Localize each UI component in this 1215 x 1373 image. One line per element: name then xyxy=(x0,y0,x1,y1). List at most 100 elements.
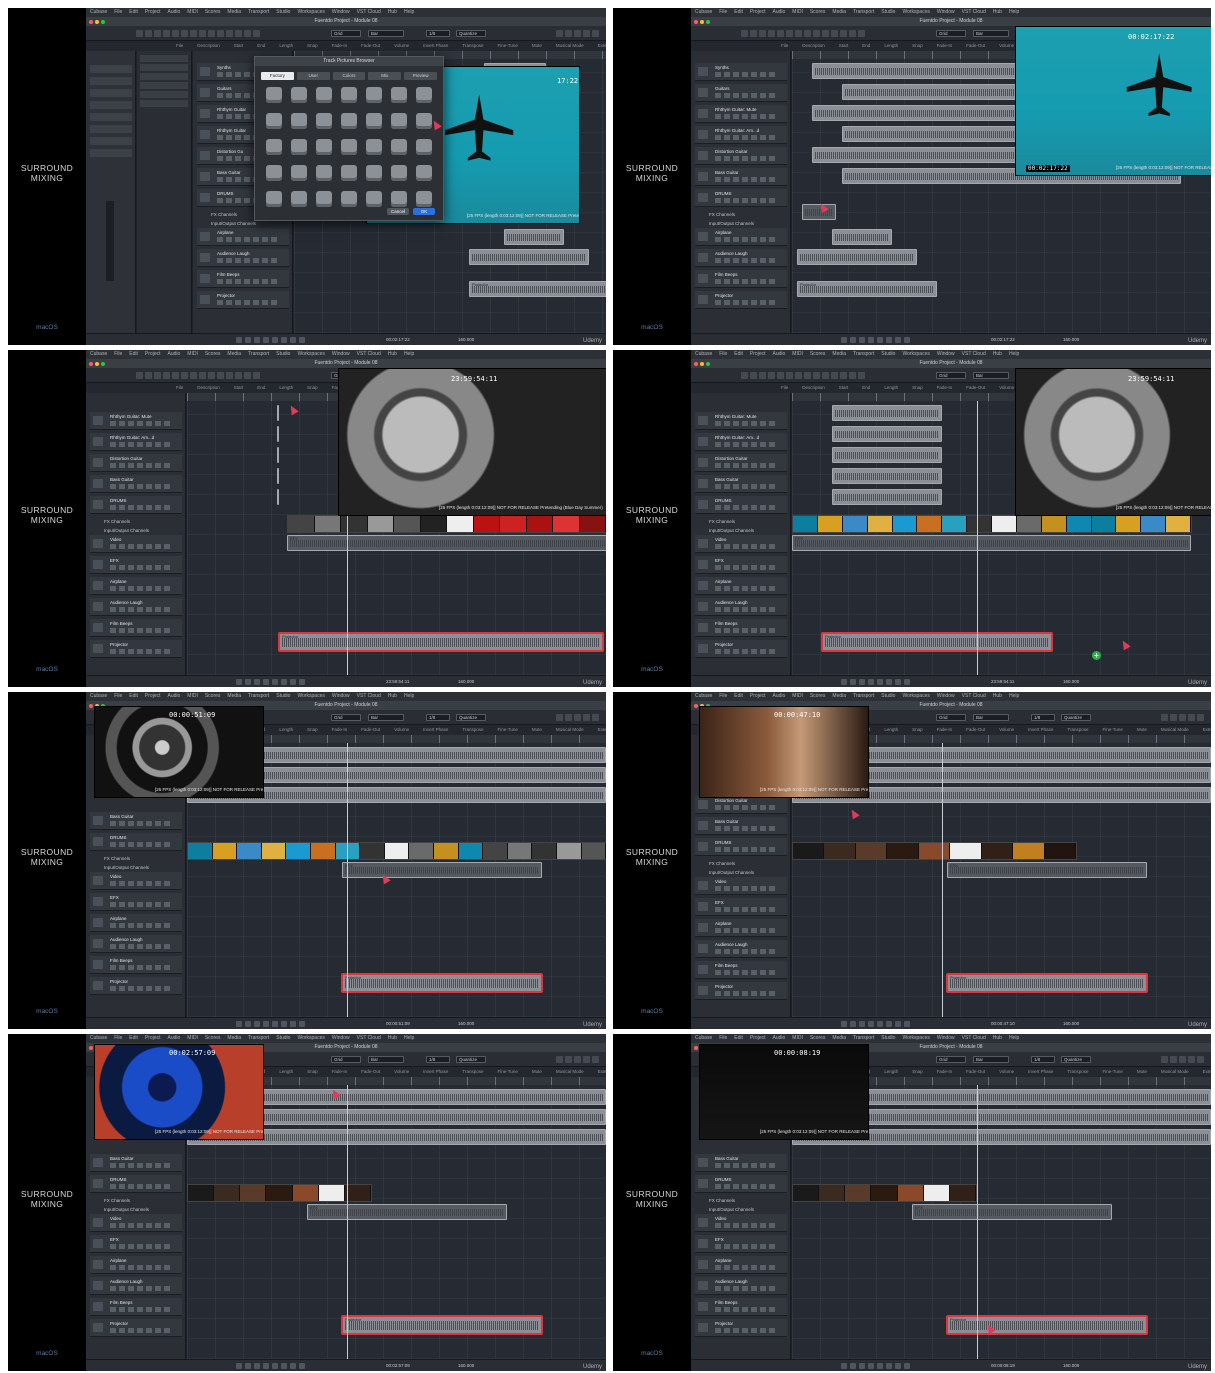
menu-item[interactable]: MIDI xyxy=(792,351,803,357)
transport-button[interactable] xyxy=(281,337,287,343)
video-player-window[interactable]: 00:00:08:19 [25 FPS (length 0:03:12:09)] … xyxy=(699,1044,869,1140)
menu-item[interactable]: Edit xyxy=(734,9,743,15)
track-controls[interactable] xyxy=(110,1223,170,1228)
track-folder-6[interactable]: Input/Output Channels xyxy=(90,526,182,535)
menu-item[interactable]: VST Cloud xyxy=(357,693,381,699)
menu-item[interactable]: VST Cloud xyxy=(962,351,986,357)
track-folder-3[interactable]: Input/Output Channels xyxy=(90,1205,182,1214)
toolbar-tool-button[interactable] xyxy=(190,372,197,379)
menu-item[interactable]: Cubase xyxy=(695,351,712,357)
track-controls[interactable] xyxy=(715,649,775,654)
toolbar-dropdown[interactable]: Quantize xyxy=(456,1056,486,1063)
channel-slot[interactable] xyxy=(90,137,132,145)
video-player-window[interactable]: 00:00:47:10 [25 FPS (length 0:03:12:09)] … xyxy=(699,706,869,798)
track-header[interactable]: Bass Guitar xyxy=(695,1154,787,1172)
track-picture-icon[interactable] xyxy=(266,87,283,103)
track-header[interactable]: Film Beeps xyxy=(695,961,787,979)
menu-item[interactable]: Workspaces xyxy=(902,1035,929,1041)
track-header[interactable]: Audience Laugh xyxy=(90,598,182,616)
track-folder-3[interactable]: FX Channels xyxy=(695,859,787,868)
channel-slot[interactable] xyxy=(90,101,132,109)
playhead-cursor[interactable] xyxy=(347,1085,348,1359)
track-header[interactable]: DRUMS xyxy=(90,833,182,851)
toolbar-tool-button[interactable] xyxy=(822,372,829,379)
minimize-window-button[interactable] xyxy=(700,362,704,366)
track-controls[interactable] xyxy=(110,586,170,591)
menu-item[interactable]: Scores xyxy=(810,351,826,357)
track-folder-6[interactable]: Input/Output Channels xyxy=(695,526,787,535)
toolbar-dropdown[interactable]: Bar xyxy=(368,30,404,37)
track-picture-icon[interactable] xyxy=(415,191,432,207)
menu-item[interactable]: Cubase xyxy=(695,1035,712,1041)
track-header[interactable]: Video xyxy=(90,872,182,890)
audio-event[interactable]: EFX xyxy=(947,862,1147,878)
toolbar-dropdown[interactable]: Quantize xyxy=(1061,1056,1091,1063)
toolbar-window-button[interactable] xyxy=(1197,1056,1204,1063)
track-controls[interactable] xyxy=(715,928,775,933)
menu-item[interactable]: Window xyxy=(332,1035,350,1041)
track-picture-icon[interactable] xyxy=(390,113,407,129)
track-picture-icon[interactable] xyxy=(266,191,283,207)
menu-item[interactable]: File xyxy=(719,9,727,15)
menu-item[interactable]: Media xyxy=(832,693,846,699)
track-header[interactable]: Film Beeps xyxy=(695,270,787,288)
toolbar-dropdown[interactable]: Grid xyxy=(936,30,966,37)
transport-button[interactable] xyxy=(281,679,287,685)
audio-event[interactable] xyxy=(832,447,942,463)
track-header[interactable]: Rhthym Guitar: Am...d xyxy=(90,433,182,451)
track-header[interactable]: Bass Guitar xyxy=(90,812,182,830)
menu-item[interactable]: Edit xyxy=(129,1035,138,1041)
track-controls[interactable] xyxy=(110,986,170,991)
channel-slot[interactable] xyxy=(90,149,132,157)
track-header[interactable]: Audience Laugh xyxy=(695,598,787,616)
track-folder-7[interactable]: FX Channels xyxy=(695,210,787,219)
zoom-window-button[interactable] xyxy=(101,20,105,24)
track-header[interactable]: Airplane xyxy=(90,1256,182,1274)
track-controls[interactable] xyxy=(110,881,170,886)
menu-item[interactable]: Help xyxy=(1009,9,1019,15)
track-controls[interactable] xyxy=(715,156,775,161)
toolbar-dropdown[interactable]: 1/8 xyxy=(426,714,450,721)
track-controls[interactable] xyxy=(715,1184,775,1189)
track-header[interactable]: Bass Guitar xyxy=(695,817,787,835)
toolbar-window-button[interactable] xyxy=(565,714,572,721)
track-controls[interactable] xyxy=(715,1163,775,1168)
track-header[interactable]: Distortion Guitar xyxy=(90,454,182,472)
track-header[interactable]: EFX xyxy=(695,898,787,916)
close-window-button[interactable] xyxy=(89,1046,93,1050)
track-header[interactable]: DRUMS xyxy=(695,496,787,514)
track-header[interactable]: Audience Laugh xyxy=(695,1277,787,1295)
track-header[interactable]: Airplane xyxy=(695,228,787,246)
transport-button[interactable] xyxy=(245,1021,251,1027)
menu-item[interactable]: Project xyxy=(145,351,161,357)
menu-item[interactable]: Window xyxy=(937,1035,955,1041)
menu-item[interactable]: Scores xyxy=(810,9,826,15)
menu-item[interactable]: Media xyxy=(832,351,846,357)
toolbar-window-button[interactable] xyxy=(556,1056,563,1063)
channel-slot[interactable] xyxy=(90,125,132,133)
toolbar-dropdown[interactable]: Grid xyxy=(331,714,361,721)
inspector-section[interactable] xyxy=(140,55,188,62)
toolbar-tool-button[interactable] xyxy=(849,30,856,37)
track-controls[interactable] xyxy=(715,421,775,426)
menu-item[interactable]: Project xyxy=(750,351,766,357)
transport-button[interactable] xyxy=(841,1021,847,1027)
transport-button[interactable] xyxy=(886,337,892,343)
track-header[interactable]: Rhthym Guitar: Mute xyxy=(695,105,787,123)
transport-button[interactable] xyxy=(895,1363,901,1369)
menu-item[interactable]: Audio xyxy=(167,351,180,357)
menu-item[interactable]: Media xyxy=(832,1035,846,1041)
transport-button[interactable] xyxy=(877,1363,883,1369)
transport-button[interactable] xyxy=(299,337,305,343)
menu-item[interactable]: Audio xyxy=(772,351,785,357)
menu-item[interactable]: Media xyxy=(227,693,241,699)
track-controls[interactable] xyxy=(715,628,775,633)
toolbar-window-button[interactable] xyxy=(592,1056,599,1063)
transport-button[interactable] xyxy=(868,679,874,685)
menu-item[interactable]: Audio xyxy=(167,1035,180,1041)
menu-item[interactable]: Audio xyxy=(772,693,785,699)
audio-event[interactable] xyxy=(469,249,589,265)
transport-button[interactable] xyxy=(263,337,269,343)
track-header[interactable]: Audience Laugh xyxy=(90,1277,182,1295)
toolbar-tool-button[interactable] xyxy=(181,30,188,37)
